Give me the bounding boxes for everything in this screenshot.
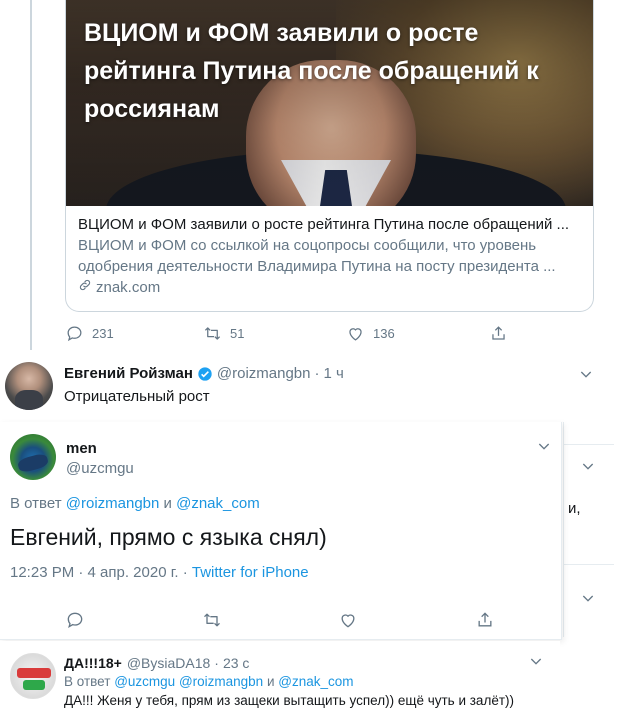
reply-and: и xyxy=(266,674,275,689)
tweet-header: ДА!!!18+ @BysiaDA18 · 23 с xyxy=(64,655,249,671)
card-overlay-title: ВЦИОМ и ФОМ заявили о росте рейтинга Пут… xyxy=(84,19,539,123)
background-text-fragment: и, xyxy=(568,500,581,517)
separator: · xyxy=(314,365,320,382)
like-count: 136 xyxy=(373,325,395,341)
background-timeline-strip xyxy=(563,422,614,637)
tweet-timestamp: 12:23 PM · 4 апр. 2020 г. · Twitter for … xyxy=(10,564,309,581)
mention-link[interactable]: @roizmangbn xyxy=(66,495,160,512)
reply-icon xyxy=(67,326,82,341)
tweet-actions xyxy=(65,609,495,631)
card-domain-label: znak.com xyxy=(96,279,161,296)
link-icon xyxy=(78,277,92,298)
reply-to-line: В ответ @roizmangbn и @znak_com xyxy=(10,495,260,512)
author-handle[interactable]: @roizmangbn xyxy=(217,365,311,382)
timestamp-text[interactable]: 12:23 PM · 4 апр. 2020 г. · xyxy=(10,564,192,581)
tweet-time[interactable]: 23 с xyxy=(223,655,249,671)
mention-link[interactable]: @roizmangbn xyxy=(179,674,263,689)
avatar-shape xyxy=(23,680,45,690)
mention-link[interactable]: @uzcmgu xyxy=(114,674,175,689)
share-icon[interactable] xyxy=(475,610,495,630)
top-tweet: ВЦИОМ и ФОМ заявили о росте рейтинга Пут… xyxy=(0,0,610,350)
source-link[interactable]: Twitter for iPhone xyxy=(192,564,309,581)
share-icon xyxy=(492,325,505,340)
divider xyxy=(564,444,614,445)
reply-count: 231 xyxy=(92,325,114,341)
reply-icon[interactable] xyxy=(65,610,85,630)
thread-line xyxy=(30,0,32,350)
avatar[interactable] xyxy=(10,434,56,480)
card-headline: ВЦИОМ и ФОМ заявили о росте рейтинга Пут… xyxy=(78,216,570,233)
retweet-icon xyxy=(204,326,221,340)
mention-link[interactable]: @znak_com xyxy=(278,674,353,689)
chevron-down-icon[interactable] xyxy=(580,458,596,474)
tweet-text: Отрицательный рост xyxy=(64,388,210,405)
mention-link[interactable]: @znak_com xyxy=(176,495,260,512)
like-icon[interactable] xyxy=(338,610,358,630)
avatar[interactable] xyxy=(10,653,56,699)
tweet-text: ДА!!! Женя у тебя, прям из защеки вытащи… xyxy=(64,693,515,708)
divider xyxy=(564,564,614,565)
avatar[interactable] xyxy=(5,362,53,410)
avatar-shape xyxy=(17,668,51,678)
reply-tweet-roizman[interactable]: Евгений Ройзман @roizmangbn · 1 ч Отрица… xyxy=(0,352,610,422)
chevron-down-icon[interactable] xyxy=(536,438,552,454)
author-name[interactable]: Евгений Ройзман xyxy=(64,365,193,382)
tweet-header: Евгений Ройзман @roizmangbn · 1 ч xyxy=(64,365,344,382)
tweet-text: Евгений, прямо с языка снял) xyxy=(10,524,327,550)
reply-prefix: В ответ xyxy=(64,674,111,689)
reply-tweet-da18[interactable]: ДА!!!18+ @BysiaDA18 · 23 с В ответ @uzcm… xyxy=(0,641,560,715)
reply-to-line: В ответ @uzcmgu @roizmangbn и @znak_com xyxy=(64,674,354,689)
reply-button[interactable]: 231 xyxy=(65,324,203,343)
retweet-button[interactable]: 51 xyxy=(203,324,346,343)
author-handle[interactable]: @uzcmgu xyxy=(66,460,134,477)
tweet-actions: 231 51 136 xyxy=(65,320,515,346)
card-text: ВЦИОМ и ФОМ заявили о росте рейтинга Пут… xyxy=(66,206,593,298)
author-name[interactable]: men xyxy=(66,440,97,457)
tweet-time[interactable]: 1 ч xyxy=(324,365,344,382)
reply-prefix: В ответ xyxy=(10,495,62,512)
link-card[interactable]: ВЦИОМ и ФОМ заявили о росте рейтинга Пут… xyxy=(65,0,594,312)
reply-and: и xyxy=(163,495,172,512)
like-button[interactable]: 136 xyxy=(346,324,489,343)
chevron-down-icon[interactable] xyxy=(578,366,594,382)
separator: · xyxy=(214,655,219,671)
chevron-down-icon[interactable] xyxy=(580,590,596,606)
chevron-down-icon[interactable] xyxy=(528,653,544,669)
retweet-icon[interactable] xyxy=(202,610,222,630)
card-description: ВЦИОМ и ФОМ со ссылкой на соцопросы сооб… xyxy=(78,237,556,275)
author-handle[interactable]: @BysiaDA18 xyxy=(127,655,210,671)
verified-icon xyxy=(198,366,212,381)
share-button[interactable] xyxy=(489,324,508,343)
author-name[interactable]: ДА!!!18+ xyxy=(64,655,122,671)
card-domain[interactable]: znak.com xyxy=(78,277,581,298)
card-image[interactable]: ВЦИОМ и ФОМ заявили о росте рейтинга Пут… xyxy=(66,0,593,206)
retweet-count: 51 xyxy=(230,325,245,341)
like-icon xyxy=(349,327,362,341)
tweet-detail-popup[interactable]: men @uzcmgu В ответ @roizmangbn и @znak_… xyxy=(0,422,562,640)
